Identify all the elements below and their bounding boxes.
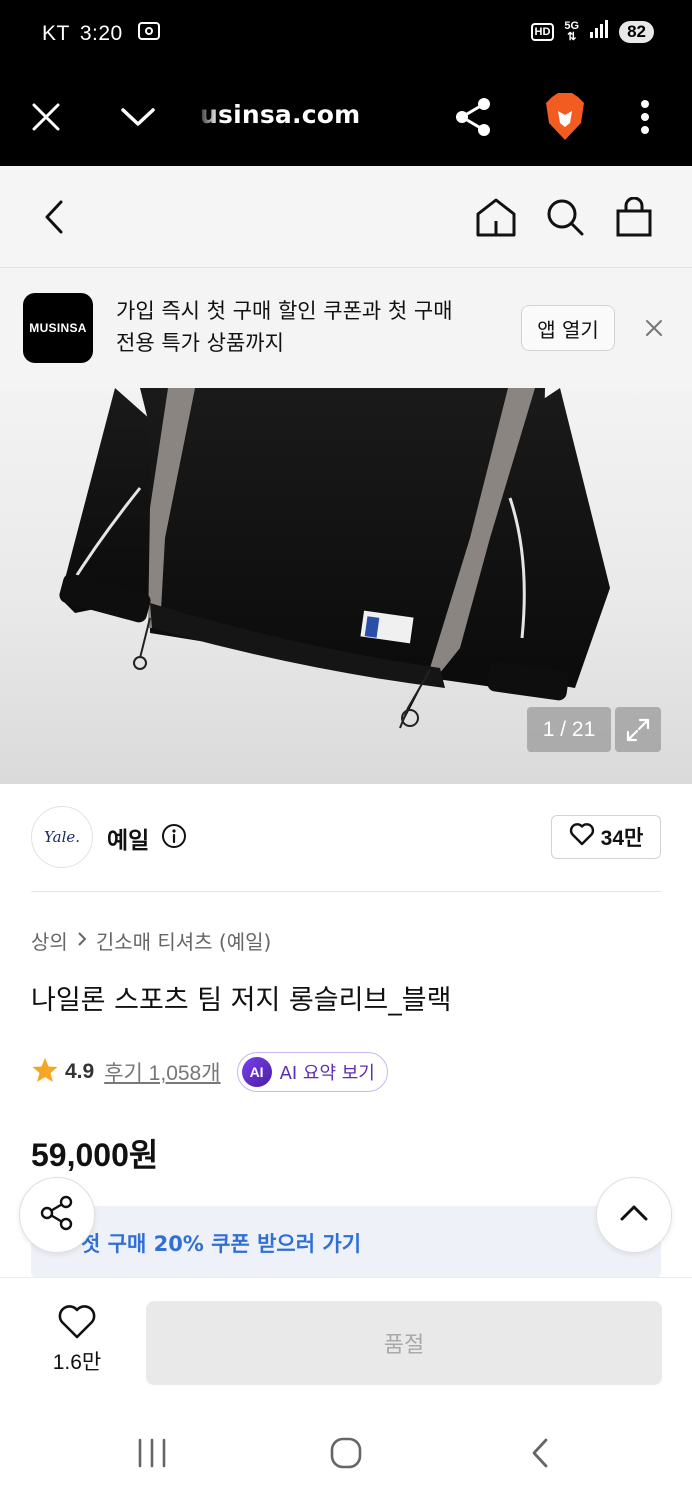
review-count-link[interactable]: 후기 1,058개 [104,1057,220,1087]
screenshot-icon [137,20,161,48]
heart-icon [569,822,595,852]
network-5g: 5G ⇅ [564,19,580,43]
rating-value: 4.9 [65,1060,95,1083]
ai-summary-button[interactable]: AI AI 요약 보기 [236,1052,388,1092]
scroll-top-fab[interactable] [596,1177,672,1253]
breadcrumb-category[interactable]: 상의 [31,926,68,955]
search-icon[interactable] [540,192,590,242]
battery: 82 [619,20,654,43]
browser-toolbar: usinsa.com [0,68,692,166]
brand-logo[interactable]: Yale. [31,806,93,868]
shopping-bag-icon[interactable] [609,192,659,242]
carrier: KT [42,22,70,45]
breadcrumb-subcategory[interactable]: 긴소매 티셔츠 (예일) [96,926,272,955]
back-nav-icon[interactable] [515,1428,565,1478]
promo-line-2: 전용 특가 상품까지 [116,331,284,355]
status-bar: KT 3:20 HD 5G ⇅ 82 [0,0,692,68]
close-icon[interactable] [21,92,71,142]
soldout-button[interactable]: 품절 [146,1301,662,1385]
star-icon [31,1057,59,1087]
musinsa-logo: MUSINSA [23,293,93,363]
share-fab[interactable] [19,1177,95,1253]
url-fade [195,98,219,134]
status-left: KT 3:20 [42,20,161,48]
product-price: 59,000원 [31,1137,159,1173]
promo-text: 가입 즉시 첫 구매 할인 쿠폰과 첫 구매 전용 특가 상품까지 [116,295,506,359]
wishlist-count: 1.6만 [52,1351,102,1374]
coupon-text: 첫 구매 20% 쿠폰 받으러 가기 [81,1232,362,1256]
info-icon[interactable] [161,823,187,853]
breadcrumb: 상의 긴소매 티셔츠 (예일) [31,926,271,955]
brave-lion-icon[interactable] [540,92,590,142]
home-icon[interactable] [471,192,521,242]
brand-like-count: 34만 [600,827,644,850]
product-title: 나일론 스포츠 팀 저지 롱슬리브_블랙 [31,985,452,1016]
hd-badge: HD [530,22,555,41]
wishlist-button[interactable]: 1.6만 [38,1304,116,1376]
app-header [0,166,692,268]
status-right: HD 5G ⇅ 82 [530,19,654,43]
brand-name[interactable]: 예일 [107,821,149,855]
back-icon[interactable] [29,192,79,242]
url-bar[interactable]: usinsa.com [200,100,360,129]
chevron-down-icon[interactable] [113,92,163,142]
ai-summary-label: AI 요약 보기 [279,1063,375,1084]
rating-row: 4.9 후기 1,058개 AI AI 요약 보기 [31,1052,388,1092]
open-app-button[interactable]: 앱 열기 [521,305,615,351]
app-promo-banner: MUSINSA 가입 즉시 첫 구매 할인 쿠폰과 첫 구매 전용 특가 상품까… [0,268,692,388]
coupon-banner[interactable]: 첫 구매 20% 쿠폰 받으러 가기 [31,1206,661,1278]
share-icon [39,1195,75,1235]
close-icon[interactable] [638,312,670,344]
brand-like-button[interactable]: 34만 [551,815,661,859]
chevron-up-icon [619,1204,649,1226]
heart-icon [57,1305,97,1344]
system-nav-bar [0,1400,692,1500]
home-nav-icon[interactable] [321,1428,371,1478]
chevron-right-icon [76,929,88,953]
brand-row: Yale. 예일 34만 [31,806,661,892]
bottom-action-bar: 1.6만 품절 [0,1277,692,1400]
ai-badge-icon: AI [241,1057,272,1087]
signal-icon [589,20,609,43]
expand-icon[interactable] [615,707,661,752]
more-vert-icon[interactable] [620,92,670,142]
recent-apps-icon[interactable] [127,1428,177,1478]
share-icon[interactable] [448,92,498,142]
promo-line-1: 가입 즉시 첫 구매 할인 쿠폰과 첫 구매 [116,299,453,323]
clock: 3:20 [79,22,123,45]
image-counter: 1 / 21 [527,707,611,752]
